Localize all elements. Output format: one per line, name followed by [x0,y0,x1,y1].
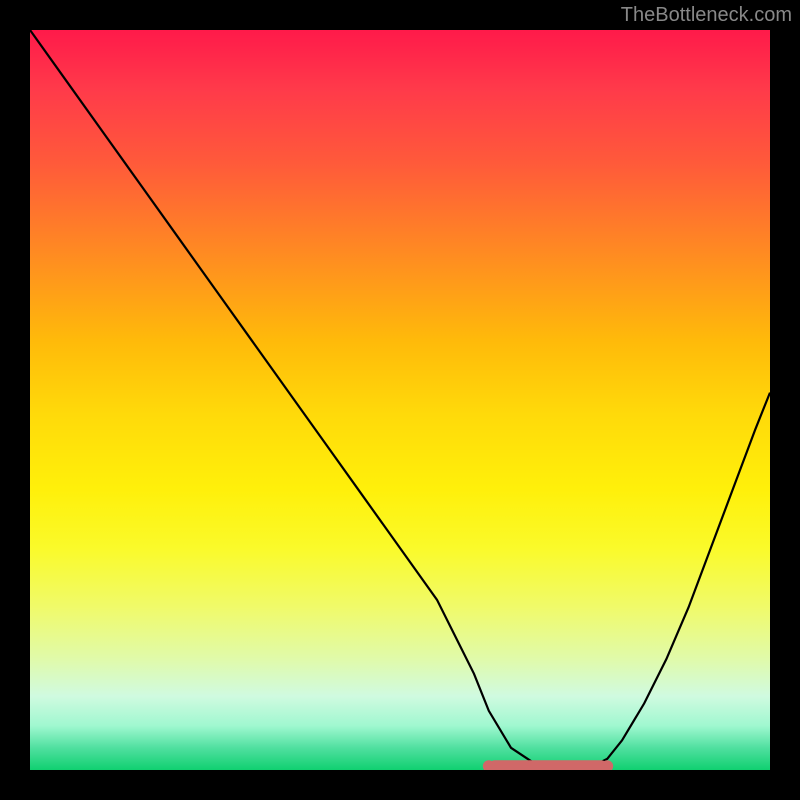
watermark-text: TheBottleneck.com [621,4,792,27]
chart-plot-area [30,30,770,770]
bottleneck-curve-line [30,30,770,768]
chart-svg [30,30,770,770]
optimal-range-marker [489,760,607,770]
